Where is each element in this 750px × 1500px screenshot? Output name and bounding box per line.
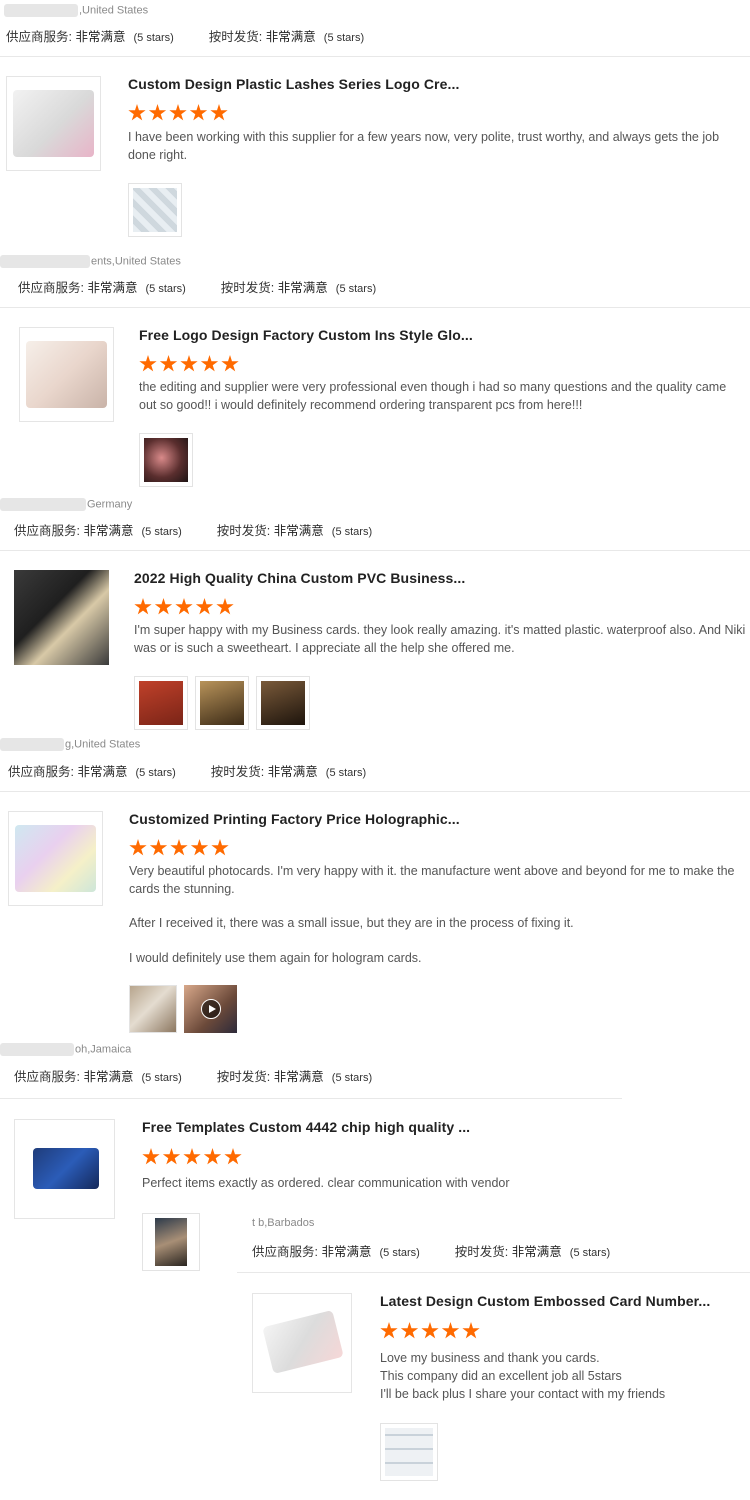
star-icon — [134, 598, 152, 615]
star-icon — [175, 598, 193, 615]
star-icon — [162, 1148, 181, 1165]
star-icon — [421, 1322, 439, 1339]
review-photos — [380, 1423, 445, 1481]
rating-row: 供应商服务: 非常满意 (5 stars) 按时发货: 非常满意 (5 stars) — [14, 524, 373, 538]
star-rating — [139, 355, 242, 373]
product-thumbnail[interactable] — [8, 811, 103, 906]
review-text: Very beautiful photocards. I'm very happ… — [129, 864, 735, 965]
product-image — [33, 1148, 99, 1189]
star-icon — [169, 104, 187, 121]
product-image — [14, 825, 97, 892]
review-video[interactable] — [184, 985, 237, 1033]
star-rating — [380, 1322, 483, 1340]
star-icon — [462, 1322, 480, 1339]
review-text: I'm super happy with my Business cards. … — [134, 623, 746, 655]
divider — [0, 791, 750, 792]
review-photo[interactable] — [256, 676, 310, 730]
redacted-name — [0, 255, 90, 268]
star-icon — [210, 104, 228, 121]
star-icon — [203, 1148, 222, 1165]
review-photo[interactable] — [142, 1213, 200, 1271]
review-photos — [142, 1213, 207, 1271]
divider — [0, 1098, 622, 1099]
product-title[interactable]: Free Templates Custom 4442 chip high qua… — [142, 1119, 470, 1135]
product-thumbnail[interactable] — [19, 327, 114, 422]
star-icon — [149, 839, 168, 856]
star-icon — [441, 1322, 460, 1339]
rating-row: 供应商服务: 非常满意 (5 stars) 按时发货: 非常满意 (5 stars) — [8, 765, 367, 779]
review-photo[interactable] — [195, 676, 249, 730]
product-thumbnail[interactable] — [6, 76, 101, 171]
buyer-location: g,United States — [0, 738, 140, 751]
star-icon — [380, 1322, 398, 1339]
star-icon — [154, 598, 173, 615]
star-rating — [129, 839, 232, 857]
rating-row: 供应商服务: 非常满意 (5 stars) 按时发货: 非常满意 (5 stars) — [14, 1070, 373, 1084]
star-icon — [216, 598, 234, 615]
product-title[interactable]: Free Logo Design Factory Custom Ins Styl… — [139, 327, 473, 343]
buyer-location: t b,Barbados — [252, 1217, 315, 1229]
divider — [0, 307, 750, 308]
star-icon — [159, 355, 178, 372]
star-icon — [170, 839, 188, 856]
rating-row: 供应商服务: 非常满意 (5 stars) 按时发货: 非常满意 (5 stars) — [252, 1245, 611, 1259]
divider — [0, 56, 750, 57]
review-photos — [139, 433, 200, 487]
review-photos — [128, 183, 189, 237]
star-icon — [211, 839, 229, 856]
review-text: the editing and supplier were very profe… — [139, 380, 727, 412]
review-text: Love my business and thank you cards. Th… — [380, 1351, 666, 1401]
review-photo[interactable] — [134, 676, 188, 730]
buyer-location: Germany — [0, 498, 132, 511]
product-image — [262, 1310, 344, 1374]
rating-row: 供应商服务: 非常满意 (5 stars) 按时发货: 非常满意 (5 stars) — [18, 281, 377, 295]
buyer-location: ents,United States — [0, 255, 181, 268]
divider — [0, 550, 750, 551]
product-title[interactable]: Custom Design Plastic Lashes Series Logo… — [128, 76, 459, 92]
review-photos — [134, 676, 317, 730]
review-photo[interactable] — [129, 985, 177, 1033]
product-thumbnail[interactable] — [14, 1119, 115, 1219]
review-text: Perfect items exactly as ordered. clear … — [142, 1176, 510, 1190]
star-icon — [200, 355, 219, 372]
star-rating — [128, 104, 231, 122]
redacted-name — [0, 1043, 74, 1056]
product-image — [25, 341, 108, 408]
redacted-name — [4, 4, 78, 17]
star-icon — [142, 1148, 160, 1165]
divider — [237, 1272, 750, 1273]
star-icon — [129, 839, 147, 856]
buyer-location: oh,Jamaica — [0, 1043, 131, 1056]
review-photos — [129, 985, 244, 1033]
product-thumbnail[interactable] — [252, 1293, 352, 1393]
play-icon[interactable] — [200, 999, 221, 1019]
star-icon — [183, 1148, 201, 1165]
buyer-location: ,United States — [4, 4, 148, 17]
review-photo[interactable] — [128, 183, 182, 237]
star-icon — [189, 104, 208, 121]
rating-row: 供应商服务: 非常满意 (5 stars) 按时发货: 非常满意 (5 stars) — [6, 30, 365, 44]
star-icon — [128, 104, 146, 121]
star-icon — [400, 1322, 419, 1339]
star-icon — [139, 355, 157, 372]
star-icon — [224, 1148, 242, 1165]
star-rating — [142, 1148, 245, 1166]
star-icon — [195, 598, 214, 615]
star-icon — [180, 355, 198, 372]
redacted-name — [0, 738, 64, 751]
star-icon — [221, 355, 239, 372]
product-image — [14, 570, 109, 665]
review-photo[interactable] — [139, 433, 193, 487]
redacted-name — [0, 498, 86, 511]
product-title[interactable]: Customized Printing Factory Price Hologr… — [129, 811, 460, 827]
review-photo[interactable] — [380, 1423, 438, 1481]
product-image — [12, 90, 95, 157]
product-title[interactable]: Latest Design Custom Embossed Card Numbe… — [380, 1293, 710, 1309]
product-thumbnail[interactable] — [14, 570, 109, 665]
star-rating — [134, 598, 237, 616]
review-text: I have been working with this supplier f… — [128, 130, 720, 162]
star-icon — [190, 839, 209, 856]
star-icon — [148, 104, 167, 121]
product-title[interactable]: 2022 High Quality China Custom PVC Busin… — [134, 570, 465, 586]
